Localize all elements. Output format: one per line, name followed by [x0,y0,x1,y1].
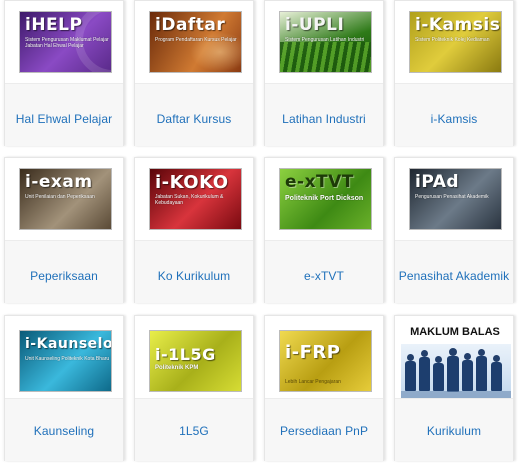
card-label[interactable]: i-Kamsis [395,112,513,126]
card-label[interactable]: e-xTVT [265,269,383,283]
ipad-banner[interactable]: iPAd Pengurusan Penasihat Akademik [409,168,502,230]
banner-title: i-UPLI [285,15,345,35]
banner-subtitle: Unit Kaunseling Politeknik Kota Bharu [25,356,110,362]
iexam-banner[interactable]: i-exam Unit Penilaian dan Peperiksaan [19,168,112,230]
banner-title: i-1L5G [155,345,216,364]
card-label[interactable]: Hal Ehwal Pelajar [5,112,123,126]
card-label[interactable]: 1L5G [135,424,253,438]
ifrp-banner[interactable]: i-FRP Lebih Lancar Pengajaran [279,330,372,392]
ikamsis-banner[interactable]: i-Kamsis Sistem Politeknik Kolej Kediama… [409,11,502,73]
card-label[interactable]: Daftar Kursus [135,112,253,126]
card-latihan-industri[interactable]: i-UPLI Sistem Pengurusan Latihan Industr… [264,0,384,146]
banner-title: iPAd [415,172,460,192]
banner-subtitle: Lebih Lancar Pengajaran [285,379,341,385]
card-label-box: Hal Ehwal Pelajar [5,83,123,146]
card-label-box: Ko Kurikulum [135,240,253,303]
ikoko-banner[interactable]: i-KOKO Jabatan Sukan, Kokurikulum & Kebu… [149,168,242,230]
card-label[interactable]: Persediaan PnP [265,424,383,438]
ikaunselor-banner[interactable]: i-Kaunselor Unit Kaunseling Politeknik K… [19,330,112,392]
card-label-box: Persediaan PnP [265,398,383,461]
banner-subtitle: Unit Penilaian dan Peperiksaan [25,194,95,200]
banner-subtitle: Pengurusan Penasihat Akademik [415,194,489,200]
banner-subtitle: Program Pendaftaran Kursus Pelajar [155,37,237,43]
extvt-banner[interactable]: e-xTVT Politeknik Port Dickson [279,168,372,230]
card-hal-ehwal-pelajar[interactable]: iHELP Sistem Pengurusan Maklumat Pelajar… [4,0,124,146]
card-label-box: Kaunseling [5,398,123,461]
banner-subtitle: Politeknik Port Dickson [285,195,364,202]
card-ko-kurikulum[interactable]: i-KOKO Jabatan Sukan, Kokurikulum & Kebu… [134,157,254,303]
card-label-box: Penasihat Akademik [395,240,513,303]
card-i-kamsis[interactable]: i-Kamsis Sistem Politeknik Kolej Kediama… [394,0,514,146]
banner-title: iHELP [25,15,83,35]
card-label-box: Daftar Kursus [135,83,253,146]
banner-title: i-FRP [285,342,341,363]
card-label-box: Peperiksaan [5,240,123,303]
card-e-xtvt[interactable]: e-xTVT Politeknik Port Dickson e-xTVT [264,157,384,303]
card-label[interactable]: Latihan Industri [265,112,383,126]
banner-subtitle: Sistem Pengurusan Maklumat Pelajar Jabat… [25,37,109,49]
card-penasihat-akademik[interactable]: iPAd Pengurusan Penasihat Akademik Penas… [394,157,514,303]
card-daftar-kursus[interactable]: iDaftar Program Pendaftaran Kursus Pelaj… [134,0,254,146]
banner-title: iDaftar [155,15,226,35]
banner-title: i-Kamsis [415,15,501,35]
banner-subtitle: Sistem Politeknik Kolej Kediaman [415,37,490,43]
banner-subtitle: Jabatan Sukan, Kokurikulum & Kebudayaan [155,194,224,206]
maklum-balas-banner[interactable]: MAKLUM BALAS [401,320,511,408]
card-label-box: Kurikulum [395,398,513,461]
banner-title: e-xTVT [285,172,354,192]
card-1l5g[interactable]: i-1L5G Politeknik KPM 1L5G [134,315,254,461]
idaftar-banner[interactable]: iDaftar Program Pendaftaran Kursus Pelaj… [149,11,242,73]
card-kurikulum[interactable]: MAKLUM BALAS Kurikulum [394,315,514,461]
card-label[interactable]: Ko Kurikulum [135,269,253,283]
leaf-icon [280,42,371,72]
banner-subtitle: Politeknik KPM [155,365,199,371]
i1l5g-banner[interactable]: i-1L5G Politeknik KPM [149,330,242,392]
card-label[interactable]: Kurikulum [395,424,513,438]
banner-subtitle: Sistem Pengurusan Latihan Industri [285,37,365,43]
card-label-box: e-xTVT [265,240,383,303]
banner-title: i-KOKO [155,172,229,193]
banner-title: i-Kaunselor [25,336,112,352]
card-label-box: 1L5G [135,398,253,461]
banner-title: MAKLUM BALAS [410,326,500,338]
iupli-banner[interactable]: i-UPLI Sistem Pengurusan Latihan Industr… [279,11,372,73]
card-label[interactable]: Penasihat Akademik [395,269,513,283]
card-kaunseling[interactable]: i-Kaunselor Unit Kaunseling Politeknik K… [4,315,124,461]
card-label[interactable]: Kaunseling [5,424,123,438]
card-peperiksaan[interactable]: i-exam Unit Penilaian dan Peperiksaan Pe… [4,157,124,303]
card-label-box: Latihan Industri [265,83,383,146]
banner-title: i-exam [25,172,93,192]
ihelp-banner[interactable]: iHELP Sistem Pengurusan Maklumat Pelajar… [19,11,112,73]
card-label-box: i-Kamsis [395,83,513,146]
card-label[interactable]: Peperiksaan [5,269,123,283]
card-persediaan-pnp[interactable]: i-FRP Lebih Lancar Pengajaran Persediaan… [264,315,384,461]
